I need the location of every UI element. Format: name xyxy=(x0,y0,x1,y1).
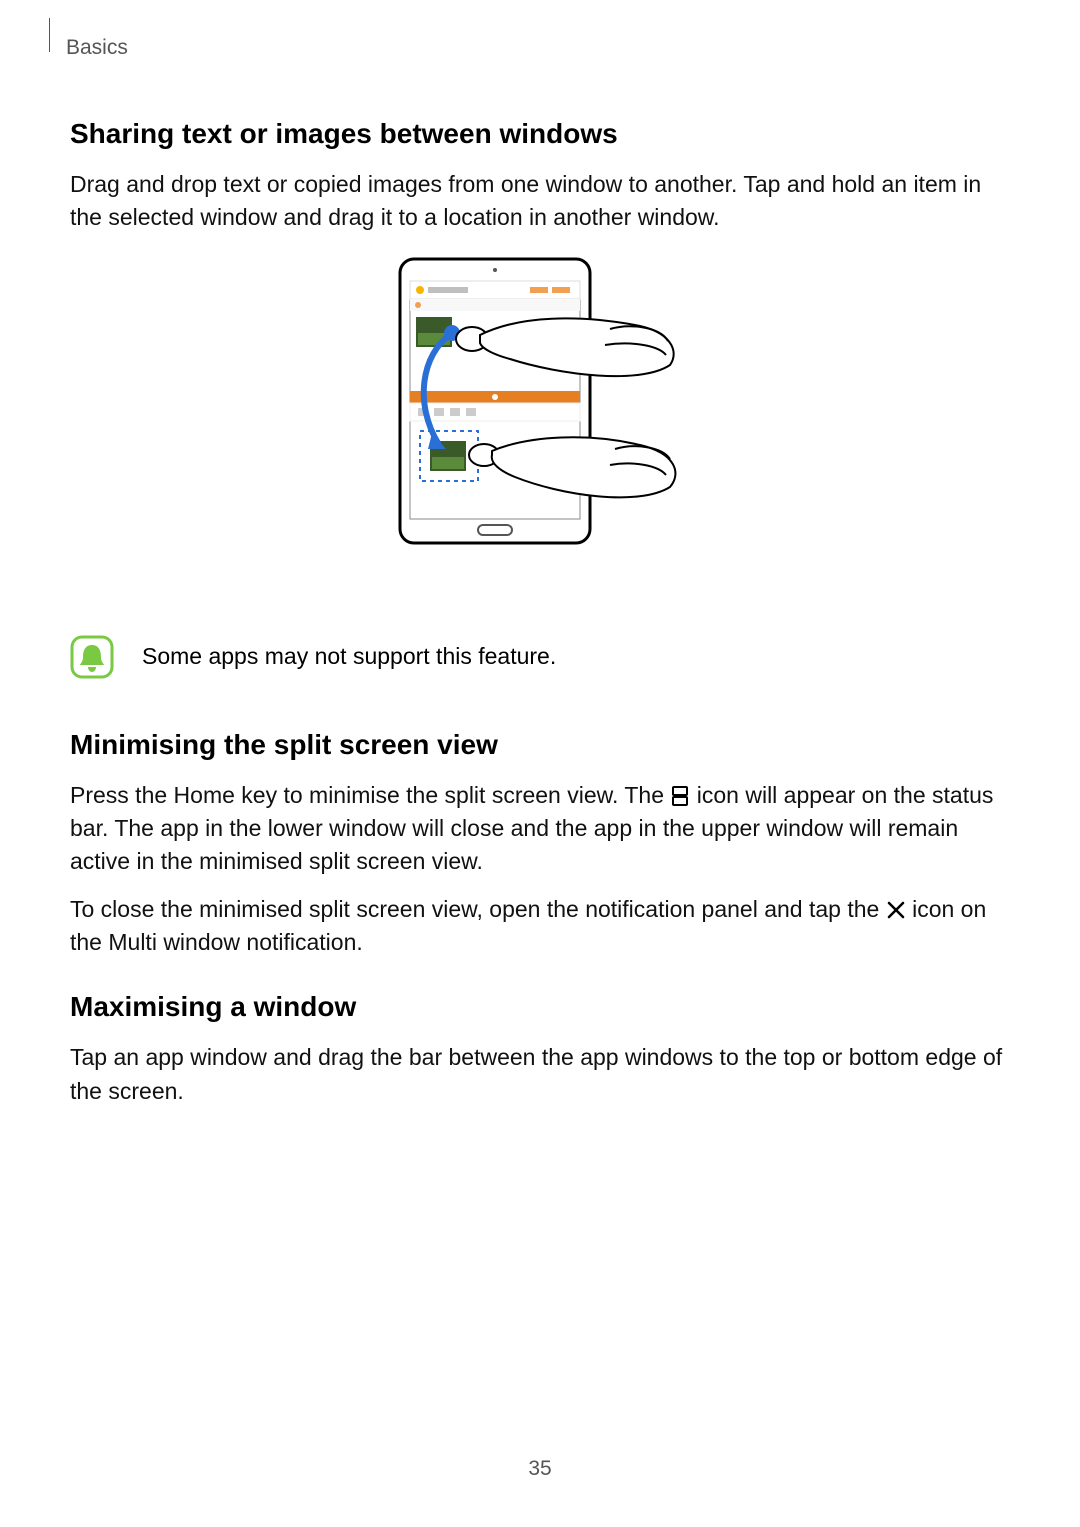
illustration-container xyxy=(70,255,1010,595)
note-row: Some apps may not support this feature. xyxy=(70,635,1010,679)
para-minimising-1: Press the Home key to minimise the split… xyxy=(70,779,1010,879)
para-maximising: Tap an app window and drag the bar betwe… xyxy=(70,1041,1010,1108)
header-rule xyxy=(42,18,50,52)
breadcrumb: Basics xyxy=(66,36,128,60)
page-number: 35 xyxy=(0,1457,1080,1481)
heading-sharing: Sharing text or images between windows xyxy=(70,118,1010,150)
split-screen-icon xyxy=(670,782,690,802)
para-min-1a: Press the Home key to minimise the split… xyxy=(70,782,670,808)
page-content: Sharing text or images between windows D… xyxy=(70,110,1010,1122)
para-sharing: Drag and drop text or copied images from… xyxy=(70,168,1010,235)
para-minimising-2: To close the minimised split screen view… xyxy=(70,893,1010,960)
tablet-drag-illustration xyxy=(380,255,700,595)
close-x-icon xyxy=(886,896,906,916)
note-bell-icon xyxy=(70,635,114,679)
heading-minimising: Minimising the split screen view xyxy=(70,729,1010,761)
para-min-2a: To close the minimised split screen view… xyxy=(70,896,886,922)
heading-maximising: Maximising a window xyxy=(70,991,1010,1023)
note-text: Some apps may not support this feature. xyxy=(142,643,556,670)
